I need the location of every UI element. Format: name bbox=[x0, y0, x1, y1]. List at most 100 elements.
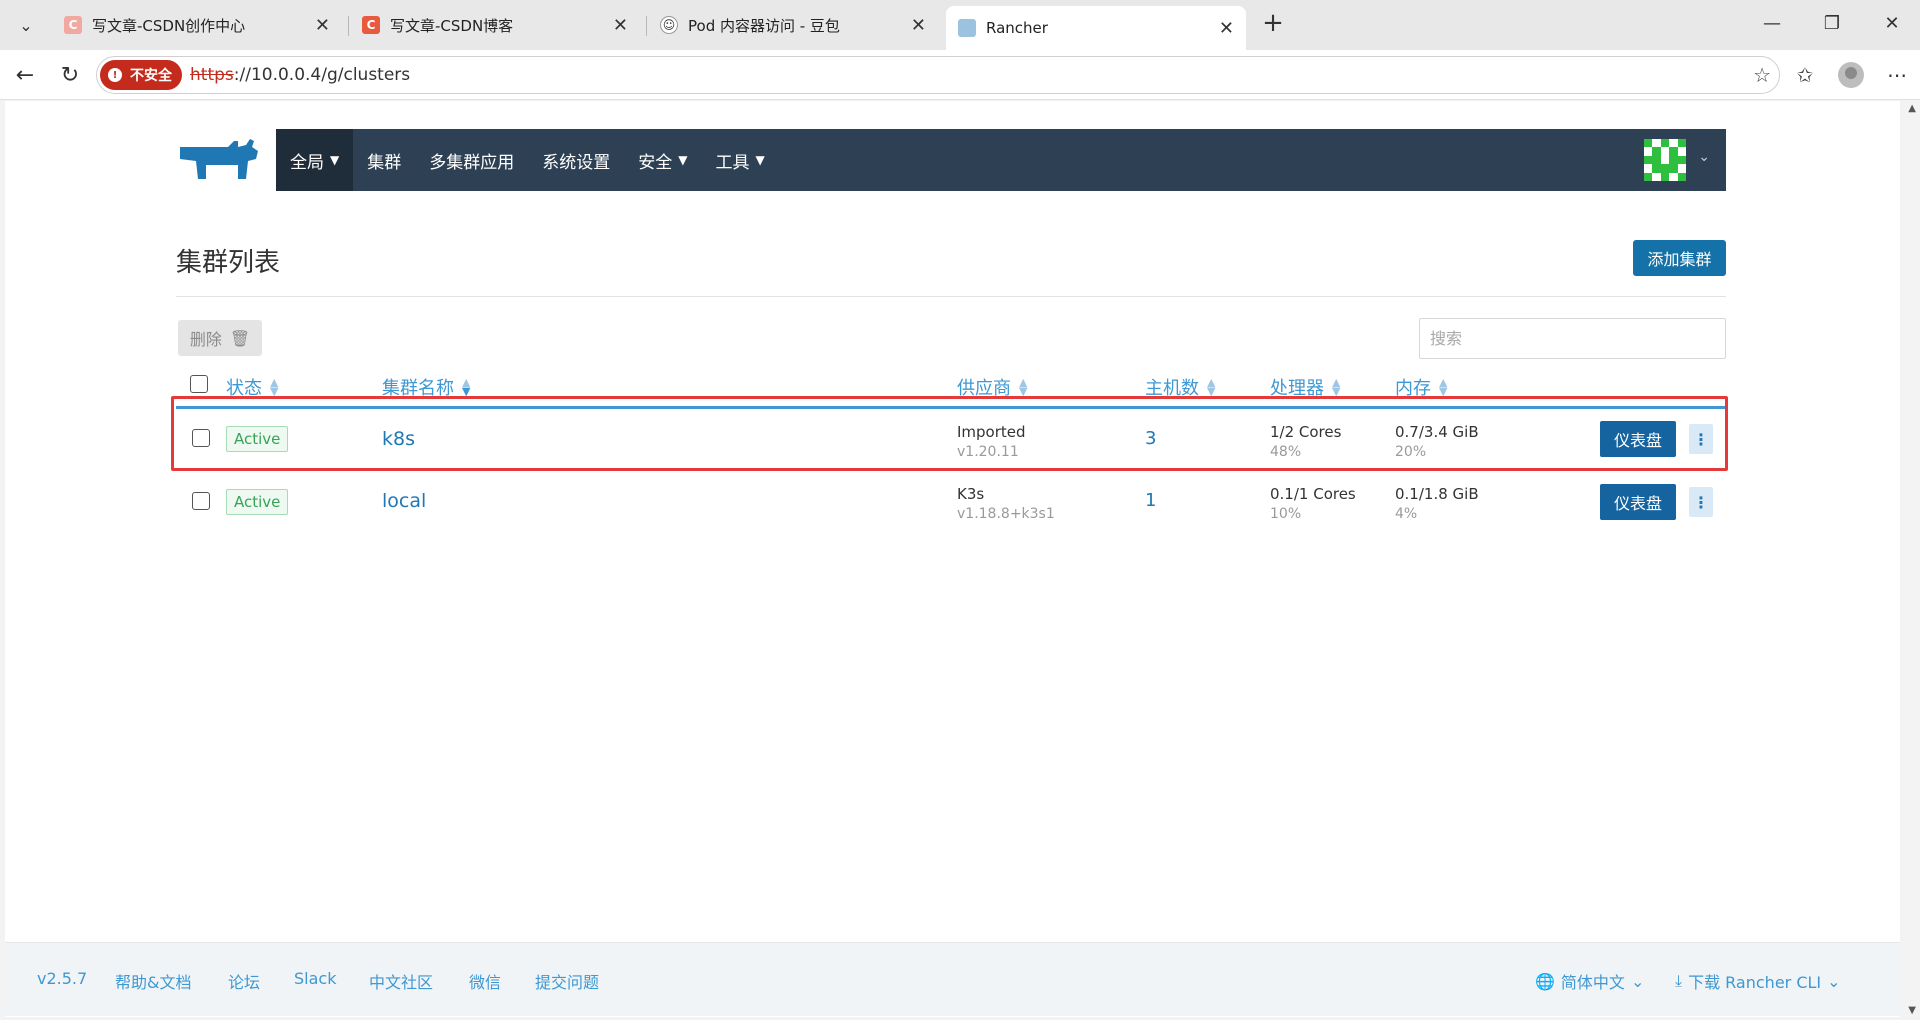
close-icon[interactable]: ✕ bbox=[613, 15, 628, 36]
chevron-down-icon[interactable]: ⌄ bbox=[1698, 149, 1710, 165]
language-label: 简体中文 bbox=[1560, 973, 1625, 992]
tab-actions-chevron-icon[interactable]: ⌄ bbox=[10, 10, 42, 40]
provider: Imported bbox=[957, 423, 1026, 441]
address-bar[interactable]: ! 不安全 https://10.0.0.4/g/clusters ☆ bbox=[96, 56, 1780, 94]
cpu-percent: 10% bbox=[1270, 506, 1302, 522]
add-cluster-button[interactable]: 添加集群 bbox=[1633, 240, 1726, 276]
footer-link-slack[interactable]: Slack bbox=[294, 969, 336, 988]
close-icon[interactable]: ✕ bbox=[1219, 18, 1234, 39]
scroll-down-arrow-icon[interactable]: ▼ bbox=[1908, 1005, 1916, 1016]
memory-percent: 4% bbox=[1395, 506, 1418, 522]
tab-label: Rancher bbox=[986, 19, 1048, 37]
favorite-star-icon[interactable]: ☆ bbox=[1753, 63, 1771, 87]
sort-icon: ▲ ▼ bbox=[270, 376, 279, 398]
rancher-page bbox=[5, 101, 1900, 1017]
nav-multi-cluster-apps[interactable]: 多集群应用 bbox=[415, 129, 528, 191]
cluster-name-link[interactable]: local bbox=[382, 490, 426, 512]
browser-toolbar: ← ↻ ! 不安全 https://10.0.0.4/g/clusters ☆ … bbox=[0, 50, 1920, 100]
row-actions-kebab-icon[interactable]: ⋮ bbox=[1689, 487, 1713, 517]
footer: v2.5.7 帮助&文档 论坛 Slack 中文社区 微信 提交问题 🌐 简体中… bbox=[5, 942, 1900, 1016]
status-badge: Active bbox=[226, 426, 289, 452]
rancher-logo[interactable] bbox=[176, 137, 260, 181]
divider bbox=[176, 296, 1726, 297]
more-menu-icon[interactable]: ⋯ bbox=[1882, 60, 1912, 90]
minimize-icon[interactable]: — bbox=[1752, 8, 1792, 38]
cluster-name-link[interactable]: k8s bbox=[382, 428, 415, 450]
sort-icon: ▲ ▼ bbox=[1332, 376, 1341, 398]
page-title: 集群列表 bbox=[176, 248, 281, 278]
user-avatar[interactable] bbox=[1644, 139, 1686, 181]
nav-security[interactable]: 安全 ▼ bbox=[624, 129, 701, 191]
dashboard-button[interactable]: 仪表盘 bbox=[1600, 421, 1676, 457]
sort-icon: ▲ ▼ bbox=[1207, 376, 1216, 398]
chevron-down-icon: ⌄ bbox=[1630, 971, 1645, 991]
url-path: ://10.0.0.4/g/clusters bbox=[233, 65, 411, 85]
provider: K3s bbox=[957, 485, 985, 503]
footer-link-forum[interactable]: 论坛 bbox=[228, 969, 260, 993]
url-scheme: https bbox=[190, 65, 234, 85]
nav-global[interactable]: 全局 ▼ bbox=[276, 129, 354, 191]
dashboard-button[interactable]: 仪表盘 bbox=[1600, 484, 1676, 520]
tab-rancher[interactable]: Rancher ✕ bbox=[946, 6, 1246, 50]
provider-version: v1.18.8+k3s1 bbox=[957, 506, 1055, 522]
tab-label: Pod 内容器访问 - 豆包 bbox=[688, 16, 840, 35]
footer-link-cn-community[interactable]: 中文社区 bbox=[369, 969, 433, 993]
status-badge: Active bbox=[226, 489, 289, 515]
hosts-link[interactable]: 3 bbox=[1145, 428, 1156, 449]
row-checkbox[interactable] bbox=[192, 429, 210, 447]
tab-csdn-creation[interactable]: C 写文章-CSDN创作中心 ✕ bbox=[52, 6, 342, 44]
scroll-up-arrow-icon[interactable]: ▲ bbox=[1908, 103, 1916, 114]
delete-button[interactable]: 删除 🗑 bbox=[178, 320, 262, 356]
search-input[interactable] bbox=[1419, 318, 1726, 359]
favorites-icon[interactable]: ✩ bbox=[1790, 60, 1820, 90]
chevron-down-icon: ▼ bbox=[755, 153, 765, 167]
row-checkbox[interactable] bbox=[192, 492, 210, 510]
refresh-icon[interactable]: ↻ bbox=[55, 60, 85, 90]
tab-doubao[interactable]: ☺ Pod 内容器访问 - 豆包 ✕ bbox=[648, 6, 938, 44]
trash-icon: 🗑 bbox=[229, 328, 251, 348]
footer-link-wechat[interactable]: 微信 bbox=[469, 969, 501, 993]
delete-label: 删除 bbox=[189, 330, 222, 349]
nav-clusters[interactable]: 集群 bbox=[353, 129, 415, 191]
browser-tab-strip: ⌄ C 写文章-CSDN创作中心 ✕ C 写文章-CSDN博客 ✕ ☺ Pod … bbox=[0, 0, 1920, 50]
not-secure-badge[interactable]: ! 不安全 bbox=[100, 60, 182, 90]
new-tab-plus-icon[interactable]: + bbox=[1258, 8, 1288, 38]
close-icon[interactable]: ✕ bbox=[315, 15, 330, 36]
back-arrow-icon[interactable]: ← bbox=[10, 60, 40, 90]
chevron-down-icon: ⌄ bbox=[1827, 971, 1841, 991]
nav-label: 集群 bbox=[367, 152, 402, 173]
select-all-checkbox[interactable] bbox=[190, 375, 208, 393]
not-secure-label: 不安全 bbox=[130, 68, 172, 84]
restore-icon[interactable]: ❐ bbox=[1812, 8, 1852, 38]
csdn-icon: C bbox=[362, 16, 380, 34]
nav-label: 系统设置 bbox=[542, 152, 611, 173]
window-close-icon[interactable]: ✕ bbox=[1872, 8, 1912, 38]
footer-link-file-issue[interactable]: 提交问题 bbox=[535, 969, 599, 993]
footer-link-help[interactable]: 帮助&文档 bbox=[115, 969, 191, 993]
row-actions-kebab-icon[interactable]: ⋮ bbox=[1689, 424, 1713, 454]
nav-label: 多集群应用 bbox=[429, 152, 515, 173]
download-cli[interactable]: ⤓ 下载 Rancher CLI ⌄ bbox=[1675, 969, 1841, 993]
hosts-link[interactable]: 1 bbox=[1145, 490, 1156, 511]
nav-label: 工具 bbox=[715, 152, 750, 173]
nav-tools[interactable]: 工具 ▼ bbox=[701, 129, 778, 191]
close-icon[interactable]: ✕ bbox=[911, 15, 926, 36]
download-cli-label: 下载 Rancher CLI bbox=[1688, 973, 1822, 992]
rancher-icon bbox=[958, 19, 976, 37]
sort-icon: ▲ ▼ bbox=[1019, 376, 1028, 398]
shield-icon: ! bbox=[108, 68, 122, 82]
globe-icon: 🌐 bbox=[1535, 971, 1555, 991]
cpu-percent: 48% bbox=[1270, 444, 1302, 460]
language-selector[interactable]: 🌐 简体中文 ⌄ bbox=[1535, 969, 1644, 993]
nav-label: 安全 bbox=[638, 152, 673, 173]
profile-avatar[interactable] bbox=[1836, 60, 1866, 90]
tab-csdn-blog[interactable]: C 写文章-CSDN博客 ✕ bbox=[350, 6, 640, 44]
nav-system-settings[interactable]: 系统设置 bbox=[528, 129, 624, 191]
footer-version[interactable]: v2.5.7 bbox=[37, 969, 87, 988]
url-text[interactable]: https://10.0.0.4/g/clusters bbox=[190, 65, 410, 85]
memory-usage: 0.7/3.4 GiB bbox=[1395, 423, 1479, 441]
sort-icon: ▲ ▼ bbox=[1439, 376, 1448, 398]
memory-usage: 0.1/1.8 GiB bbox=[1395, 485, 1479, 503]
csdn-icon: C bbox=[64, 16, 82, 34]
tab-label: 写文章-CSDN创作中心 bbox=[92, 16, 246, 35]
